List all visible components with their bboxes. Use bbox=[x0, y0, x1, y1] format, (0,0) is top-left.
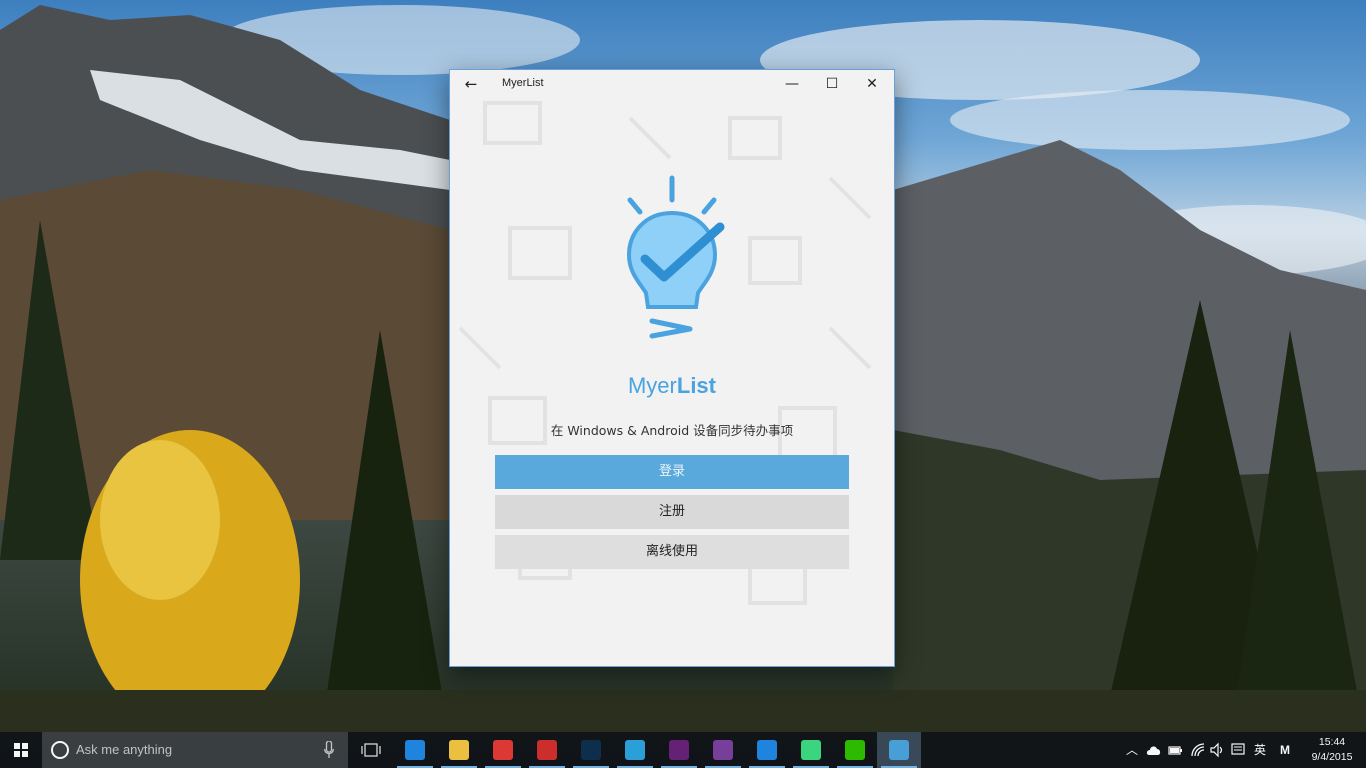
visual-studio-icon bbox=[669, 740, 689, 760]
netease-music-icon bbox=[537, 740, 557, 760]
myerlist-tray-icon[interactable]: M bbox=[1277, 732, 1293, 768]
maximize-button[interactable]: ☐ bbox=[812, 70, 852, 98]
back-button[interactable]: ← bbox=[460, 74, 482, 94]
taskbar-app-visual-studio[interactable] bbox=[657, 732, 701, 768]
taskbar-app-android-studio[interactable] bbox=[789, 732, 833, 768]
taskbar-app-visual-studio-blend[interactable] bbox=[701, 732, 745, 768]
battery-icon[interactable] bbox=[1168, 743, 1182, 757]
clock-date: 9/4/2015 bbox=[1311, 751, 1353, 763]
file-explorer-icon bbox=[449, 740, 469, 760]
search-placeholder: Ask me anything bbox=[76, 742, 173, 757]
minimize-button[interactable]: — bbox=[772, 70, 812, 98]
cortana-icon bbox=[51, 741, 69, 759]
task-view-button[interactable] bbox=[358, 732, 384, 768]
visual-studio-code-icon bbox=[757, 740, 777, 760]
photoshop-icon bbox=[581, 740, 601, 760]
taskbar-app-chrome[interactable] bbox=[481, 732, 525, 768]
input-method-indicator[interactable]: 英 bbox=[1252, 732, 1268, 768]
taskbar-app-file-explorer[interactable] bbox=[437, 732, 481, 768]
close-button[interactable]: ✕ bbox=[852, 70, 892, 98]
wifi-icon[interactable] bbox=[1190, 742, 1206, 758]
android-studio-icon bbox=[801, 740, 821, 760]
start-button[interactable] bbox=[0, 732, 42, 768]
login-button[interactable]: 登录 bbox=[495, 455, 849, 489]
window-title: MyerList bbox=[502, 77, 544, 89]
myerlist-lightbulb-logo bbox=[626, 175, 725, 339]
chrome-icon bbox=[493, 740, 513, 760]
myerlist-window: ← MyerList — ☐ ✕ MyerList 在 Windows & An… bbox=[449, 69, 895, 667]
cortana-search-box[interactable]: Ask me anything bbox=[42, 732, 348, 768]
taskbar-app-wechat[interactable] bbox=[833, 732, 877, 768]
action-center-icon[interactable] bbox=[1231, 742, 1245, 758]
title-bar: ← MyerList — ☐ ✕ bbox=[450, 70, 894, 98]
task-view-icon bbox=[361, 743, 381, 757]
telegram-icon bbox=[625, 740, 645, 760]
taskbar-app-photoshop[interactable] bbox=[569, 732, 613, 768]
microphone-icon[interactable] bbox=[324, 741, 334, 759]
taskbar-app-visual-studio-code[interactable] bbox=[745, 732, 789, 768]
taskbar: Ask me anything ︿ 英 M 15:44 9/4/2015 bbox=[0, 732, 1366, 768]
register-button[interactable]: 注册 bbox=[495, 495, 849, 529]
offline-use-button[interactable]: 离线使用 bbox=[495, 535, 849, 569]
taskbar-app-edge[interactable] bbox=[393, 732, 437, 768]
taskbar-app-myerlist-taskbar[interactable] bbox=[877, 732, 921, 768]
wechat-icon bbox=[845, 740, 865, 760]
edge-icon bbox=[405, 740, 425, 760]
visual-studio-blend-icon bbox=[713, 740, 733, 760]
clock[interactable]: 15:44 9/4/2015 bbox=[1304, 735, 1360, 765]
taskbar-app-telegram[interactable] bbox=[613, 732, 657, 768]
tagline: 在 Windows & Android 设备同步待办事项 bbox=[550, 423, 794, 438]
brand-name-light: Myer bbox=[627, 373, 677, 398]
volume-icon[interactable] bbox=[1210, 742, 1224, 758]
windows-logo-icon bbox=[14, 743, 28, 757]
brand-name: MyerList bbox=[450, 373, 894, 399]
taskbar-app-netease-music[interactable] bbox=[525, 732, 569, 768]
brand-name-bold: List bbox=[676, 373, 716, 398]
clock-time: 15:44 bbox=[1318, 736, 1346, 748]
show-hidden-icons-chevron-icon[interactable]: ︿ bbox=[1124, 732, 1140, 768]
myerlist-taskbar-icon bbox=[889, 740, 909, 760]
onedrive-icon[interactable] bbox=[1146, 743, 1162, 757]
